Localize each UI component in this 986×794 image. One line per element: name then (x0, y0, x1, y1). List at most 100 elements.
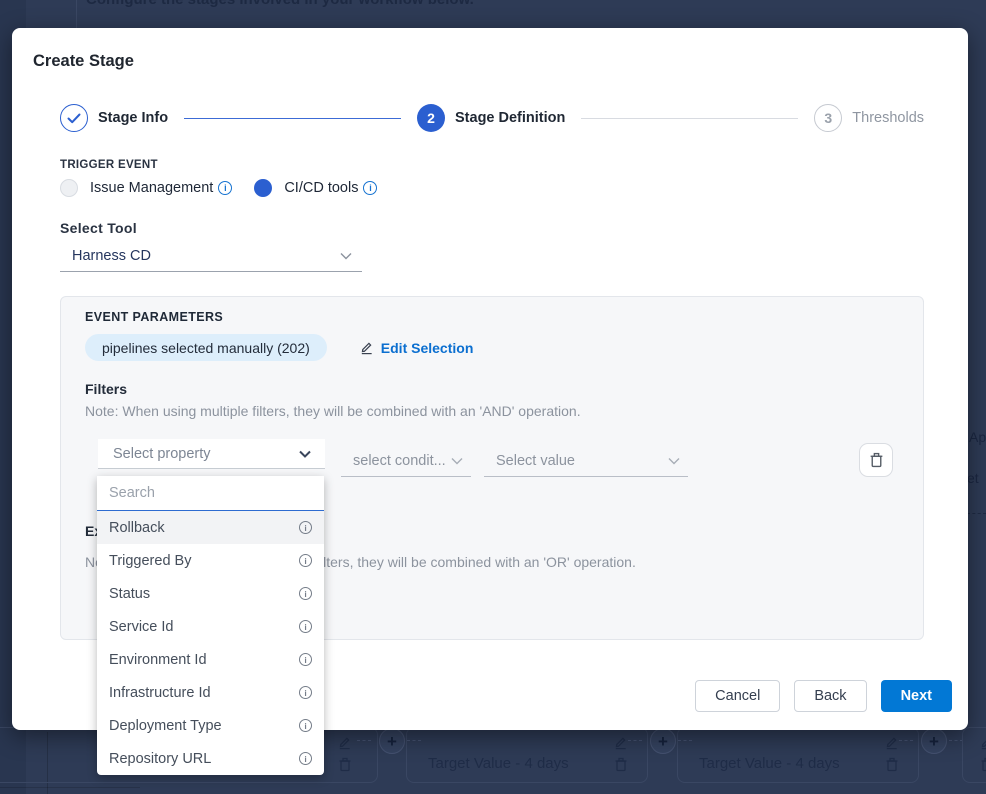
info-icon[interactable]: i (363, 181, 377, 195)
select-tool-label: Select Tool (60, 220, 137, 236)
edit-icon (359, 340, 374, 355)
tool-select[interactable]: Harness CD (60, 240, 362, 272)
info-icon[interactable]: i (218, 181, 232, 195)
info-icon[interactable]: i (299, 686, 312, 699)
backdrop-divider (76, 0, 77, 28)
trigger-event-label: TRIGGER EVENT (60, 159, 158, 171)
info-icon[interactable]: i (299, 554, 312, 567)
property-select-placeholder: Select property (98, 446, 299, 462)
option-label: Rollback (109, 520, 165, 536)
edit-icon (337, 735, 353, 751)
chevron-down-icon (299, 450, 311, 458)
trigger-event-options: Issue Management i CI/CD tools i (60, 178, 377, 198)
filters-note: Note: When using multiple filters, they … (85, 403, 581, 419)
dropdown-option-repository-url[interactable]: Repository URL i (97, 742, 324, 775)
chevron-down-icon (340, 252, 352, 260)
stage-card-label: Target Value - 4 days (699, 755, 840, 772)
step-label: Thresholds (852, 110, 924, 126)
trash-icon (338, 757, 354, 773)
condition-select-placeholder: select condit... (341, 453, 451, 469)
backdrop-top-strip: Configure the stages involved in your wo… (0, 0, 986, 28)
backdrop-fragment: et (967, 470, 979, 486)
radio-label: Issue Management (90, 180, 213, 196)
dropdown-option-triggered-by[interactable]: Triggered By i (97, 544, 324, 577)
option-label: Status (109, 586, 150, 602)
dimmed-stage-card: Target Value - 4 days (406, 727, 648, 783)
step-stage-definition[interactable]: 2 Stage Definition (417, 104, 565, 132)
add-stage-button: + (921, 728, 947, 754)
cancel-button[interactable]: Cancel (695, 680, 780, 712)
step-thresholds[interactable]: 3 Thresholds (814, 104, 924, 132)
dropdown-search (97, 476, 324, 511)
option-label: Deployment Type (109, 718, 222, 734)
radio-issue-management[interactable] (60, 179, 78, 197)
event-parameters-heading: EVENT PARAMETERS (85, 310, 223, 324)
edit-icon (613, 735, 629, 751)
stepper: Stage Info 2 Stage Definition 3 Threshol… (60, 103, 924, 133)
add-stage-button: + (379, 728, 405, 754)
edit-selection-link[interactable]: Edit Selection (359, 340, 474, 356)
edit-selection-label: Edit Selection (381, 340, 474, 356)
stage-card-label: Target Value - 4 days (428, 755, 569, 772)
step-complete-circle (60, 104, 88, 132)
info-icon[interactable]: i (299, 620, 312, 633)
step-label: Stage Definition (455, 110, 565, 126)
chevron-down-icon (668, 457, 680, 465)
dropdown-option-status[interactable]: Status i (97, 577, 324, 610)
tool-select-value: Harness CD (60, 248, 340, 264)
trash-icon (869, 452, 884, 468)
edit-icon (884, 735, 900, 751)
backdrop-dashed-line (967, 513, 986, 514)
option-label: Repository URL (109, 751, 211, 767)
info-icon[interactable]: i (299, 653, 312, 666)
selection-pill: pipelines selected manually (202) (85, 334, 327, 361)
step-number: 2 (417, 104, 445, 132)
next-button[interactable]: Next (881, 680, 952, 712)
filters-heading: Filters (85, 381, 127, 397)
dropdown-option-infrastructure-id[interactable]: Infrastructure Id i (97, 676, 324, 709)
connector-dash (628, 740, 642, 741)
option-label: Infrastructure Id (109, 685, 211, 701)
connector-dash (949, 740, 963, 741)
radio-cicd-tools[interactable] (254, 179, 272, 197)
add-stage-button: + (650, 728, 676, 754)
backdrop-fragment: Ap (969, 429, 986, 445)
dropdown-option-rollback[interactable]: Rollback i (97, 511, 324, 544)
search-input[interactable] (97, 485, 324, 501)
value-select[interactable]: Select value (484, 445, 688, 477)
info-icon[interactable]: i (299, 752, 312, 765)
dimmed-stage-card: Target Value - 4 days (677, 727, 919, 783)
connector-dash (899, 740, 913, 741)
edit-icon (979, 735, 986, 751)
trash-icon (980, 757, 986, 773)
info-icon[interactable]: i (299, 521, 312, 534)
info-icon[interactable]: i (299, 587, 312, 600)
option-label: Triggered By (109, 553, 191, 569)
check-icon (67, 113, 81, 124)
dropdown-option-environment-id[interactable]: Environment Id i (97, 643, 324, 676)
condition-select[interactable]: select condit... (341, 445, 471, 477)
property-select[interactable]: Select property (98, 439, 325, 469)
step-stage-info[interactable]: Stage Info (60, 104, 168, 132)
backdrop-heading: Configure the stages involved in your wo… (86, 0, 474, 8)
stepper-connector (581, 118, 798, 119)
option-label: Environment Id (109, 652, 207, 668)
delete-filter-button[interactable] (859, 443, 893, 477)
back-button[interactable]: Back (794, 680, 866, 712)
dropdown-option-deployment-type[interactable]: Deployment Type i (97, 709, 324, 742)
modal-title: Create Stage (33, 52, 134, 71)
step-label: Stage Info (98, 110, 168, 126)
dropdown-option-service-id[interactable]: Service Id i (97, 610, 324, 643)
option-label: Service Id (109, 619, 173, 635)
backdrop-grid-line (0, 787, 140, 788)
connector-dash (357, 740, 371, 741)
radio-label: CI/CD tools (284, 180, 358, 196)
trash-icon (614, 757, 630, 773)
info-icon[interactable]: i (299, 719, 312, 732)
modal-footer: Cancel Back Next (695, 680, 952, 712)
trash-icon (885, 757, 901, 773)
chevron-down-icon (451, 457, 463, 465)
step-number: 3 (814, 104, 842, 132)
property-dropdown: Rollback i Triggered By i Status i Servi… (97, 476, 324, 775)
dimmed-stage-card (962, 727, 986, 783)
